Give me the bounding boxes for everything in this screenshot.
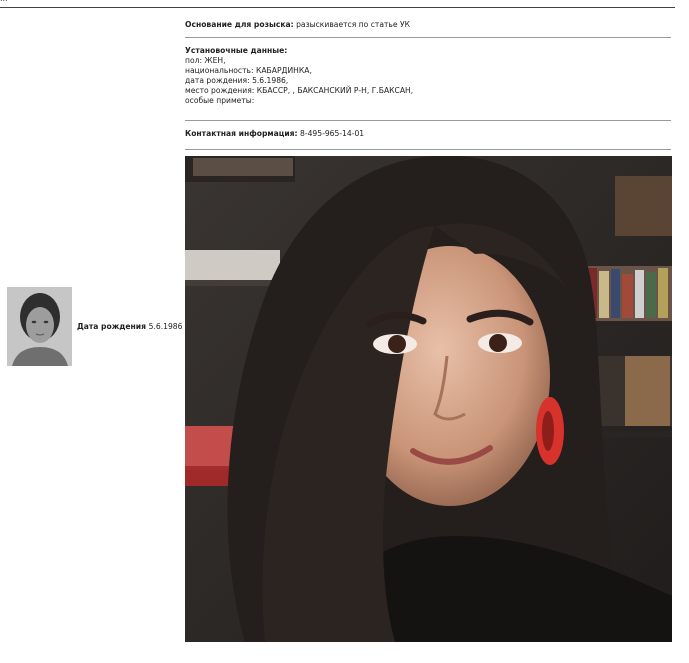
contact-label: Контактная информация: [185, 129, 298, 138]
thumbnail-photo-icon [7, 287, 72, 366]
divider [185, 149, 671, 150]
top-divider [0, 7, 675, 8]
header-cut-text: … [0, 0, 8, 4]
profile-thumbnail[interactable] [7, 287, 72, 366]
profile-summary: Дата рождения 5.6.1986 [7, 287, 182, 366]
identity-line-birthplace: место рождения: КБАССР, , БАКСАНСКИЙ Р-Н… [185, 86, 414, 95]
identity-line-marks: особые приметы: [185, 96, 255, 105]
search-basis-label: Основание для розыска: [185, 20, 294, 29]
search-basis-section: Основание для розыска: разыскивается по … [185, 20, 671, 30]
identity-heading: Установочные данные: [185, 46, 288, 55]
contact-value: 8-495-965-14-01 [300, 129, 365, 138]
profile-dob: Дата рождения 5.6.1986 [77, 322, 182, 332]
contact-section: Контактная информация: 8-495-965-14-01 [185, 129, 671, 139]
identity-section: Установочные данные: пол: ЖЕН, националь… [185, 46, 671, 106]
identity-line-nationality: национальность: КАБАРДИНКА, [185, 66, 312, 75]
profile-dob-label: Дата рождения [77, 321, 146, 331]
divider [185, 120, 671, 121]
profile-dob-value: 5.6.1986 [148, 321, 183, 331]
identity-line-dob: дата рождения: 5.6.1986, [185, 76, 289, 85]
divider [185, 37, 671, 38]
identity-line-sex: пол: ЖЕН, [185, 56, 226, 65]
search-basis-value: разыскивается по статье УК [296, 20, 410, 29]
portrait-photo-icon [185, 156, 672, 642]
main-photo[interactable] [185, 156, 672, 642]
